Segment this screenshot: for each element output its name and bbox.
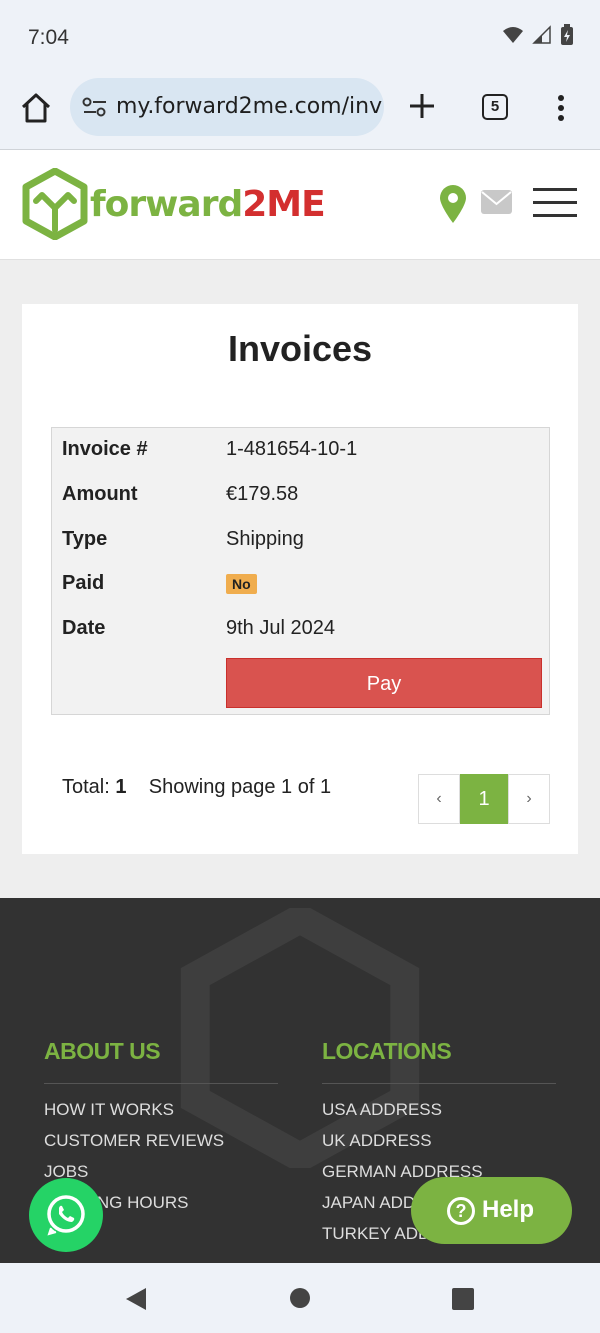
amount-label: Amount — [62, 483, 138, 505]
footer-link-customer-reviews[interactable]: CUSTOMER REVIEWS — [44, 1125, 278, 1156]
prev-page-button[interactable]: ‹ — [418, 774, 460, 824]
pagination: ‹ 1 › — [418, 774, 550, 824]
footer-link-uk-address[interactable]: UK ADDRESS — [322, 1125, 556, 1156]
status-icons — [502, 24, 574, 46]
url-text: my.forward2me.com/inv — [116, 94, 383, 119]
status-bar: 7:04 — [0, 0, 600, 72]
footer-link-how-it-works[interactable]: HOW IT WORKS — [44, 1094, 278, 1125]
logo-text: forward2ME — [90, 183, 326, 225]
invoice-number-value: 1-481654-10-1 — [226, 438, 358, 460]
location-pin-icon[interactable] — [437, 184, 469, 224]
site-logo[interactable]: forward2ME — [22, 168, 326, 240]
new-tab-icon[interactable] — [406, 90, 438, 122]
pagination-summary: Total: 1 Showing page 1 of 1 — [62, 776, 331, 799]
site-header: forward2ME — [0, 150, 600, 260]
home-circle-icon[interactable] — [289, 1287, 311, 1309]
whatsapp-icon — [47, 1195, 85, 1236]
help-button[interactable]: ? Help — [411, 1177, 572, 1244]
amount-value: €179.58 — [226, 483, 299, 505]
about-us-heading: ABOUT US — [44, 1038, 278, 1084]
back-icon[interactable] — [124, 1287, 148, 1311]
page-1-button[interactable]: 1 — [460, 774, 508, 824]
showing-page-text: Showing page 1 of 1 — [148, 776, 332, 798]
date-value: 9th Jul 2024 — [226, 617, 335, 639]
menu-icon[interactable] — [533, 188, 577, 227]
paid-label: Paid — [62, 572, 105, 594]
site-settings-icon[interactable] — [82, 96, 108, 118]
status-time: 7:04 — [28, 26, 69, 49]
battery-icon — [561, 24, 573, 45]
wifi-icon — [503, 27, 523, 43]
invoice-number-label: Invoice # — [62, 438, 148, 460]
footer-link-usa-address[interactable]: USA ADDRESS — [322, 1094, 556, 1125]
type-label: Type — [62, 528, 108, 550]
mail-icon[interactable] — [481, 190, 512, 214]
tab-switcher-button[interactable]: 5 — [482, 94, 508, 120]
total-label: Total: — [62, 776, 110, 798]
logo-mark-icon — [22, 168, 88, 240]
paid-status-badge: No — [226, 574, 257, 594]
locations-heading: LOCATIONS — [322, 1038, 556, 1084]
next-page-button[interactable]: › — [508, 774, 550, 824]
invoices-card: Invoices Invoice # 1-481654-10-1 Amount … — [22, 304, 578, 854]
type-value: Shipping — [226, 528, 304, 550]
whatsapp-button[interactable] — [29, 1178, 103, 1252]
system-nav-bar — [0, 1263, 600, 1333]
browser-toolbar: my.forward2me.com/inv 5 — [0, 72, 600, 150]
more-menu-icon[interactable] — [556, 94, 566, 122]
help-label: Help — [482, 1196, 535, 1223]
home-icon[interactable] — [18, 90, 54, 126]
signal-icon — [532, 25, 551, 44]
page-title: Invoices — [227, 328, 373, 369]
date-label: Date — [62, 617, 106, 639]
pay-button[interactable]: Pay — [226, 658, 542, 708]
total-value: 1 — [115, 776, 127, 798]
recents-icon[interactable] — [452, 1288, 474, 1310]
address-bar[interactable]: my.forward2me.com/inv — [70, 78, 384, 136]
invoice-details: Invoice # 1-481654-10-1 Amount €179.58 T… — [51, 427, 550, 715]
question-icon: ? — [447, 1197, 475, 1225]
